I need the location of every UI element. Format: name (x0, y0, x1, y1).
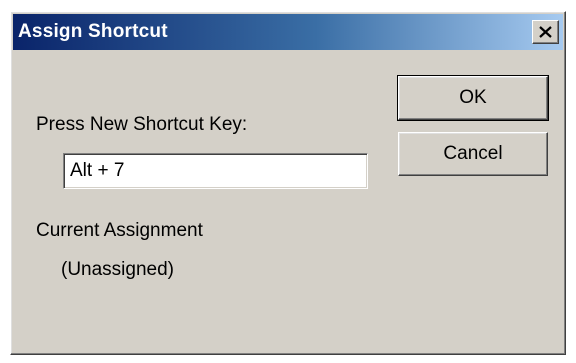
close-button[interactable] (532, 20, 559, 44)
title-bar[interactable]: Assign Shortcut (13, 14, 563, 50)
shortcut-key-input[interactable] (63, 153, 368, 189)
cancel-button[interactable]: Cancel (398, 132, 548, 176)
assign-shortcut-dialog: Assign Shortcut Press New Shortcut Key: … (10, 11, 566, 355)
close-icon (539, 26, 552, 38)
dialog-title: Assign Shortcut (18, 21, 168, 42)
shortcut-key-label: Press New Shortcut Key: (36, 114, 248, 135)
current-assignment-label: Current Assignment (36, 220, 203, 241)
ok-button[interactable]: OK (397, 75, 549, 121)
current-assignment-value: (Unassigned) (61, 259, 174, 280)
